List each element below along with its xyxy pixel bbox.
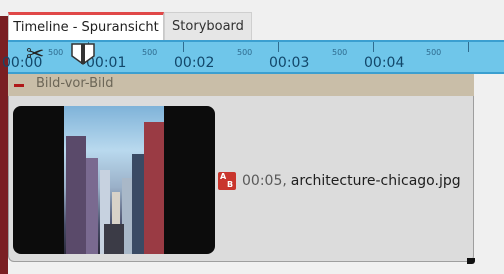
track-end-marker — [467, 258, 475, 264]
ruler-tick — [373, 42, 374, 52]
ruler-minor-label: 500 — [142, 48, 158, 57]
scissors-icon[interactable]: ✂ — [26, 44, 44, 66]
ruler-minor-label: 500 — [332, 48, 348, 57]
clip-info: AB 00:05, architecture-chicago.jpg — [218, 172, 461, 190]
image-ab-icon: AB — [218, 172, 236, 190]
ruler-minor-label: 500 — [237, 48, 253, 57]
ruler-minor-label: 500 — [48, 48, 64, 57]
playhead-marker-icon[interactable] — [70, 42, 96, 66]
clip-duration: 00:05, — [242, 173, 287, 189]
tab-timeline[interactable]: Timeline - Spuransicht — [8, 12, 164, 40]
ruler-label: 00:02 — [174, 55, 215, 71]
ruler-label: 00:03 — [269, 55, 310, 71]
clip-filename: architecture-chicago.jpg — [290, 173, 461, 189]
ruler-label: 00:04 — [364, 55, 405, 71]
ruler-minor-label: 500 — [426, 48, 442, 57]
ruler-tick — [278, 42, 279, 52]
collapse-icon[interactable] — [14, 84, 24, 87]
track-name: Bild-vor-Bild — [36, 76, 114, 91]
ruler-tick — [468, 42, 469, 52]
tab-bar: Timeline - Spuransicht Storyboard — [0, 0, 504, 42]
clip-thumbnail[interactable] — [13, 106, 215, 254]
ruler-tick — [183, 42, 184, 52]
track-header[interactable]: Bild-vor-Bild — [8, 74, 474, 97]
clip-image — [64, 106, 164, 254]
tab-storyboard[interactable]: Storyboard — [164, 12, 252, 40]
